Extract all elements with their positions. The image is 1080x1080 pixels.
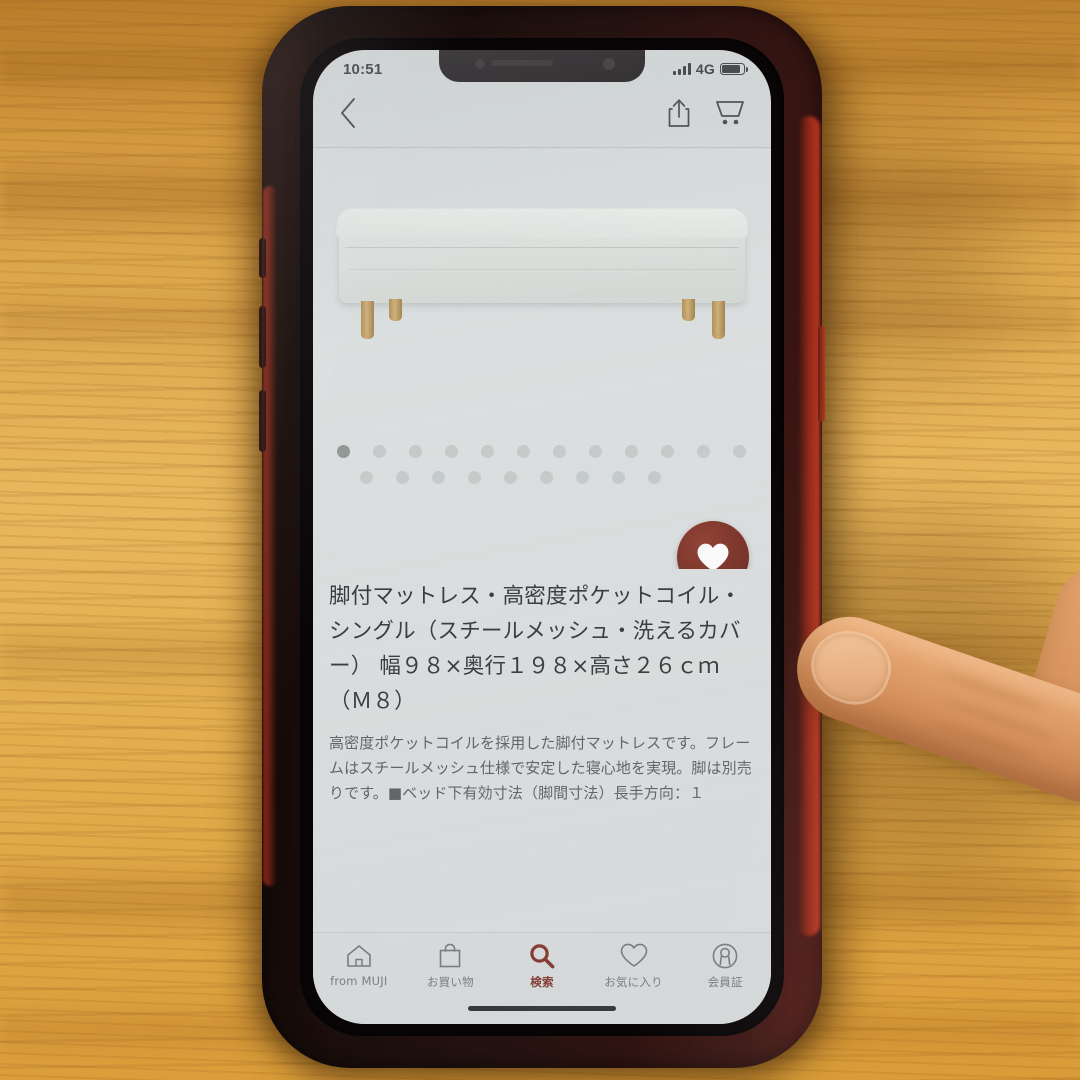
pagination-dot[interactable] (589, 445, 602, 458)
shopping-bag-icon (439, 942, 461, 969)
favorite-button[interactable] (677, 521, 749, 569)
tab-shopping[interactable]: お買い物 (405, 942, 497, 990)
chevron-left-icon[interactable] (337, 96, 359, 135)
pagination-dot[interactable] (540, 471, 553, 484)
home-icon (346, 942, 372, 969)
tab-label: お気に入り (604, 975, 663, 989)
share-icon[interactable] (667, 98, 691, 133)
gallery-pagination-dots[interactable] (313, 445, 771, 497)
pagination-dot[interactable] (468, 471, 481, 484)
mattress-body (335, 208, 749, 303)
mattress-leg (682, 299, 695, 321)
tab-favorites[interactable]: お気に入り (588, 942, 680, 990)
search-icon (529, 942, 555, 969)
status-bar-indicators: 4G (672, 61, 748, 77)
pagination-dot[interactable] (733, 445, 746, 458)
pagination-dot[interactable] (481, 445, 494, 458)
phone-volume-down-button[interactable] (259, 390, 266, 452)
battery-icon (720, 63, 748, 75)
pagination-dot[interactable] (396, 471, 409, 484)
mattress-seam (349, 269, 735, 270)
pagination-dot[interactable] (504, 471, 517, 484)
shopping-cart-icon[interactable] (715, 99, 745, 132)
navbar-right-group (667, 98, 745, 133)
heart-icon (697, 543, 729, 569)
product-title: 脚付マットレス・高密度ポケットコイル・シングル（スチールメッシュ・洗えるカバー）… (329, 584, 742, 714)
fingernail (805, 624, 897, 711)
phone-case-edge-left (263, 186, 277, 886)
phone-mute-switch[interactable] (259, 238, 266, 278)
pagination-dot[interactable] (360, 471, 373, 484)
tab-label: お買い物 (426, 975, 474, 989)
tab-label: 検索 (530, 975, 554, 989)
home-indicator[interactable] (468, 1006, 616, 1011)
pagination-dot[interactable] (373, 445, 386, 458)
hand (783, 546, 1080, 930)
pagination-dot[interactable] (432, 471, 445, 484)
mattress-top-surface (335, 208, 749, 238)
pagination-dot-active[interactable] (337, 445, 350, 458)
heart-outline-icon (620, 942, 648, 969)
phone-power-button[interactable] (818, 326, 825, 422)
pagination-dot[interactable] (445, 445, 458, 458)
network-type-label: 4G (695, 61, 715, 77)
pagination-dot[interactable] (697, 445, 710, 458)
phone-volume-up-button[interactable] (259, 306, 266, 368)
smartphone-device: 10:51 4G 脚付マットレス・高密度ポケットコイル・シングル（スチールメッシ… (259, 6, 825, 1068)
tab-label: from MUJI (330, 974, 388, 988)
status-bar-time: 10:51 (343, 60, 383, 78)
mattress-seam (345, 247, 739, 248)
product-image-gallery[interactable] (313, 149, 771, 569)
product-image (313, 193, 771, 373)
pagination-dot[interactable] (625, 445, 638, 458)
member-card-icon (712, 942, 738, 969)
pagination-dot[interactable] (648, 471, 661, 484)
pagination-dot[interactable] (517, 445, 530, 458)
status-bar: 10:51 4G (313, 50, 771, 84)
tab-from-muji[interactable]: from MUJI (313, 942, 405, 988)
product-description: 高密度ポケットコイルを採用した脚付マットレスです。フレームはスチールメッシュ仕様… (329, 734, 752, 802)
product-info-section: 脚付マットレス・高密度ポケットコイル・シングル（スチールメッシュ・洗えるカバー）… (313, 569, 771, 932)
finger-crease (940, 695, 1058, 744)
tab-label: 会員証 (707, 975, 743, 989)
tab-member-card[interactable]: 会員証 (679, 942, 771, 990)
mattress-leg (361, 301, 374, 339)
app-navigation-bar (313, 84, 771, 148)
pagination-dot[interactable] (612, 471, 625, 484)
pagination-dot[interactable] (661, 445, 674, 458)
navbar-left-group (337, 96, 359, 135)
index-finger (783, 602, 1080, 809)
pagination-dot-row (337, 471, 747, 484)
signal-strength-icon (672, 63, 691, 75)
mattress-leg (712, 301, 725, 339)
pagination-dot[interactable] (553, 445, 566, 458)
mattress-leg (389, 299, 402, 321)
pagination-dot[interactable] (576, 471, 589, 484)
pagination-dot-row (337, 445, 747, 458)
photo-scene: 10:51 4G 脚付マットレス・高密度ポケットコイル・シングル（スチールメッシ… (0, 0, 1080, 1080)
phone-screen: 10:51 4G 脚付マットレス・高密度ポケットコイル・シングル（スチールメッシ… (313, 50, 771, 1024)
pagination-dot[interactable] (409, 445, 422, 458)
tab-search[interactable]: 検索 (496, 942, 588, 990)
